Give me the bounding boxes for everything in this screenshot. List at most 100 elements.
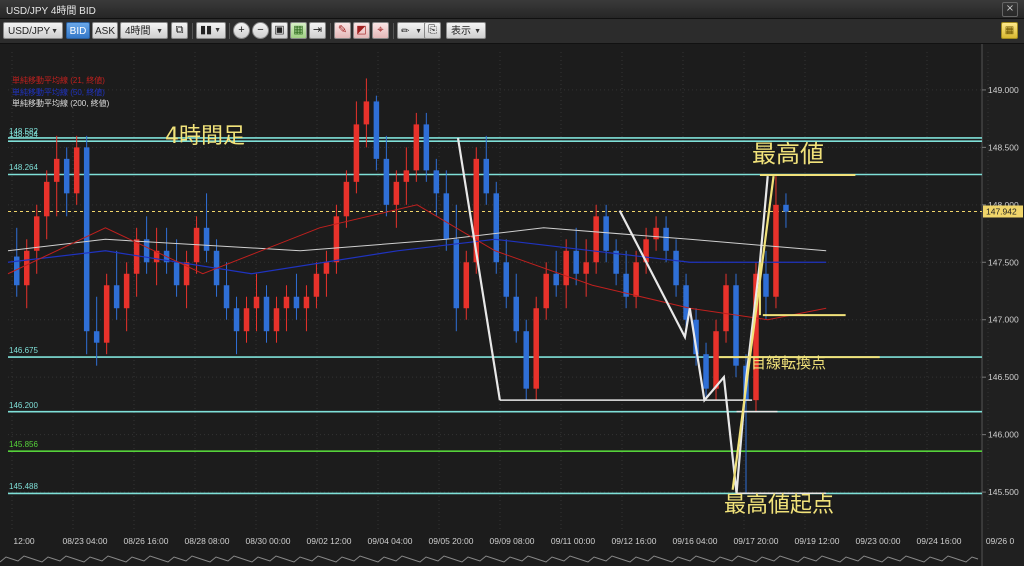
- current-price-text: 147.942: [986, 206, 1017, 216]
- annotation-high-origin: 最高値起点: [724, 493, 835, 518]
- legend-ma200: 単純移動平均線 (200, 終値): [12, 99, 110, 108]
- x-tick-label: 09/12 16:00: [612, 536, 657, 546]
- candle-body: [273, 308, 280, 332]
- x-tick-label: 09/09 08:00: [490, 536, 535, 546]
- toolbar-divider: [330, 23, 331, 39]
- level-label: 146.200: [9, 400, 38, 410]
- y-tick-label: 147.000: [988, 315, 1019, 325]
- draw-fib-icon[interactable]: ⌖: [372, 22, 389, 39]
- chart-area[interactable]: 12:00 08/23 04:00 08/26 16:00 08/28 08:00 08…: [0, 44, 1024, 566]
- candle-body: [713, 331, 719, 389]
- x-tick-label: 08/30 00:00: [246, 536, 291, 546]
- candle-body: [663, 227, 669, 251]
- x-tick-label: 09/02 12:00: [307, 536, 352, 546]
- fit-icon[interactable]: ▣: [271, 22, 288, 39]
- candle-body: [143, 239, 150, 263]
- bar-chart-icon[interactable]: ▮▮: [196, 22, 226, 39]
- level-label: 145.856: [9, 440, 38, 450]
- candle-body: [33, 216, 40, 251]
- pen-icon[interactable]: ✏: [397, 22, 427, 40]
- level-label: 148.264: [9, 163, 38, 173]
- screenshot-icon[interactable]: ⎘: [424, 22, 441, 39]
- level-label: 146.675: [9, 346, 38, 356]
- toolbar-divider: [393, 23, 394, 39]
- candle-body: [443, 193, 450, 240]
- candle-body: [263, 296, 270, 332]
- candle-body: [53, 158, 60, 182]
- candle-body: [763, 273, 769, 297]
- candle-body: [123, 273, 130, 309]
- x-tick-label: 08/26 16:00: [124, 536, 169, 546]
- price-chart[interactable]: 12:00 08/23 04:00 08/26 16:00 08/28 08:00 08…: [0, 44, 1024, 566]
- candle-body: [423, 124, 430, 171]
- window-title: USD/JPY 4時間 BID: [6, 6, 96, 17]
- candle-body: [323, 262, 330, 274]
- timeframe-select[interactable]: 4時間: [120, 22, 168, 40]
- x-tick-label: 12:00: [13, 536, 35, 546]
- x-tick-label: 08/23 04:00: [63, 536, 108, 546]
- y-tick-label: 146.000: [988, 430, 1019, 440]
- candle-body: [63, 158, 70, 194]
- x-tick-label: 09/04 04:00: [368, 536, 413, 546]
- draw-shape-icon[interactable]: ◩: [353, 22, 370, 39]
- close-icon[interactable]: ×: [1002, 2, 1018, 17]
- candle-body: [463, 262, 470, 309]
- candle-body: [723, 285, 729, 332]
- window-titlebar: USD/JPY 4時間 BID ×: [0, 0, 1024, 19]
- x-tick-label: 09/05 20:00: [429, 536, 474, 546]
- candle-body: [783, 204, 789, 212]
- level-label: 148.554: [9, 130, 38, 140]
- toolbar-divider: [229, 23, 230, 39]
- candle-body: [113, 285, 120, 309]
- candle-body: [653, 227, 659, 240]
- candle-body: [373, 101, 380, 159]
- candle-body: [363, 101, 370, 125]
- draw-line-icon[interactable]: ✎: [334, 22, 351, 39]
- display-menu[interactable]: 表示: [446, 22, 486, 40]
- x-tick-label: 09/16 04:00: [673, 536, 718, 546]
- candle-body: [673, 250, 679, 286]
- zoom-out-icon[interactable]: −: [252, 22, 269, 39]
- menu-icon[interactable]: ▦: [1001, 22, 1018, 39]
- x-tick-label: 09/24 16:00: [917, 536, 962, 546]
- annotation-high: 最高値: [752, 140, 824, 168]
- candle-body: [633, 262, 639, 297]
- copy-icon[interactable]: ⧉: [171, 22, 188, 39]
- candle-body: [43, 181, 50, 217]
- candle-body: [253, 296, 260, 309]
- candle-body: [593, 216, 599, 263]
- candle-body: [313, 273, 320, 297]
- chart-background: [0, 44, 1024, 566]
- candle-body: [513, 296, 519, 332]
- toolbar-divider: [192, 23, 193, 39]
- candle-body: [303, 296, 310, 309]
- ask-button[interactable]: ASK: [92, 22, 118, 39]
- x-tick-label: 09/19 12:00: [795, 536, 840, 546]
- candle-body: [433, 170, 440, 194]
- candle-body: [563, 250, 569, 286]
- x-tick-label: 09/26 0: [986, 536, 1015, 546]
- bid-button[interactable]: BID: [66, 22, 90, 39]
- candle-body: [283, 296, 290, 309]
- candle-body: [23, 250, 30, 286]
- candle-body: [233, 308, 240, 332]
- scroll-icon[interactable]: ⇥: [309, 22, 326, 39]
- symbol-select[interactable]: USD/JPY: [3, 22, 63, 40]
- candle-body: [733, 285, 739, 366]
- y-tick-label: 146.500: [988, 372, 1019, 382]
- candle-body: [223, 285, 230, 309]
- level-label: 145.488: [9, 482, 38, 492]
- candle-body: [553, 273, 559, 286]
- candle-body: [103, 285, 110, 343]
- candle-body: [403, 170, 410, 182]
- candle-body: [483, 158, 490, 194]
- candle-body: [523, 331, 529, 389]
- candle-body: [573, 250, 579, 274]
- grid-icon[interactable]: ▦: [290, 22, 307, 39]
- x-tick-label: 09/17 20:00: [734, 536, 779, 546]
- candle-body: [453, 239, 460, 309]
- annotation-turning-point: 目線転換点: [751, 354, 827, 372]
- zoom-in-icon[interactable]: +: [233, 22, 250, 39]
- candle-body: [773, 204, 779, 297]
- candle-body: [583, 262, 589, 274]
